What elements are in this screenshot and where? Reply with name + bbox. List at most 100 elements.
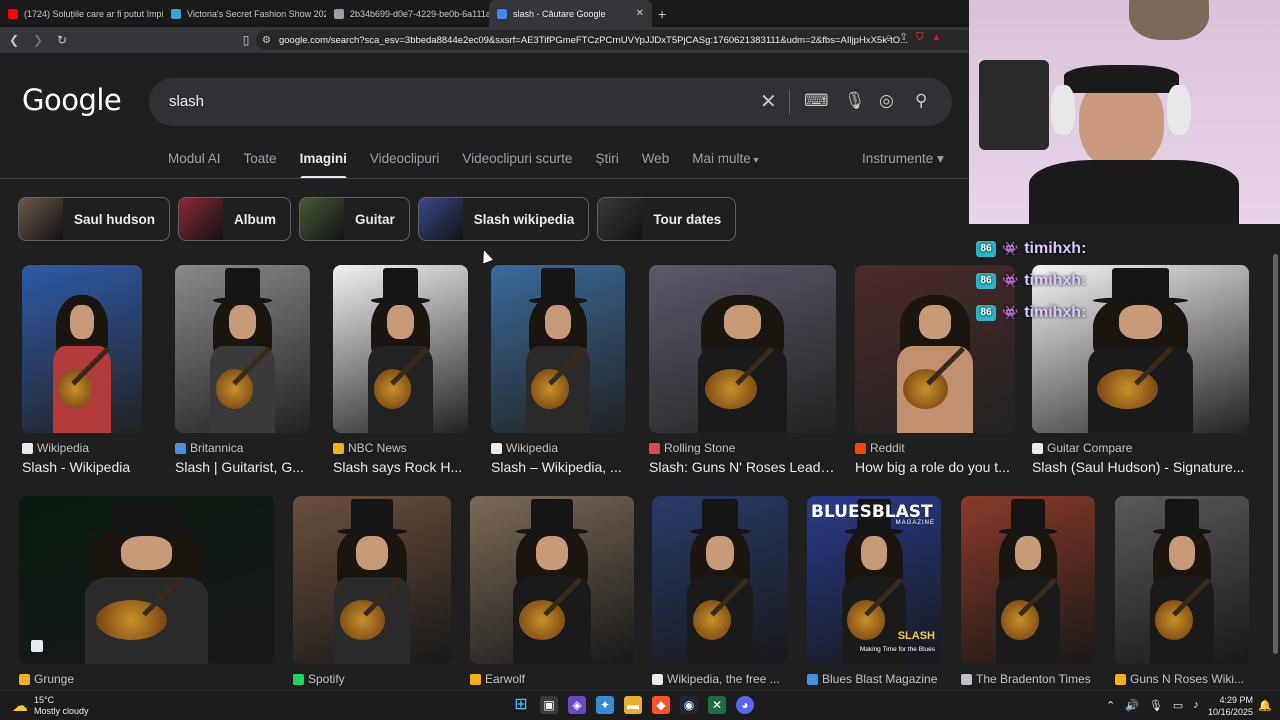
discord-icon[interactable]: ◕ [736, 696, 754, 714]
tab-toate[interactable]: Toate [244, 151, 277, 181]
page-scrollbar[interactable] [1271, 224, 1280, 690]
copilot-icon[interactable]: ✦ [596, 696, 614, 714]
image-result-card[interactable]: Grunge [19, 496, 274, 686]
brave-shield-icon[interactable]: ⛉ [916, 32, 924, 43]
result-image[interactable] [470, 496, 634, 664]
url-field[interactable]: ⚙ google.com/search?sca_esv=3bbeda8844e2… [256, 30, 976, 50]
tab-web[interactable]: Web [642, 151, 670, 181]
weather-widget[interactable]: ☁ 15°C Mostly cloudy [12, 695, 89, 717]
tab-videoclipuri-scurte[interactable]: Videoclipuri scurte [462, 151, 572, 181]
search-icon[interactable]: ⚲ [915, 91, 927, 111]
google-logo[interactable]: Google [22, 83, 122, 117]
result-image[interactable] [293, 496, 451, 664]
related-search-chip[interactable]: Slash wikipedia [417, 197, 590, 241]
result-source: Britannica [175, 441, 310, 455]
result-image[interactable] [22, 265, 142, 433]
microphone-icon[interactable]: 🎙 [1149, 699, 1163, 712]
tools-button[interactable]: Instrumente ▾ [862, 151, 944, 167]
brave-browser-icon[interactable]: ◆ [652, 696, 670, 714]
close-icon[interactable]: ✕ [636, 8, 644, 19]
site-settings-icon[interactable]: ⚙ [262, 35, 271, 46]
task-view-icon[interactable]: ▣ [540, 696, 558, 714]
related-search-chip[interactable]: Tour dates [597, 197, 737, 241]
result-title[interactable]: Slash: Guns N' Roses Lead ... [649, 459, 836, 475]
related-search-chip[interactable]: Saul hudson [18, 197, 170, 241]
chat-user-icon: 👾 [1002, 241, 1019, 256]
result-title[interactable]: How big a role do you t... [855, 459, 1015, 475]
image-result-card[interactable]: Earwolf [470, 496, 634, 686]
network-icon[interactable]: ▭ [1173, 699, 1183, 712]
file-explorer-icon[interactable]: ▬ [624, 696, 642, 714]
source-favicon-icon [807, 673, 818, 685]
image-result-card[interactable]: Spotify [293, 496, 451, 686]
image-result-card[interactable]: Rolling Stone Slash: Guns N' Roses Lead .… [649, 265, 836, 475]
image-result-card[interactable]: NBC News Slash says Rock H... [333, 265, 468, 475]
tab-favicon-icon [334, 8, 344, 19]
result-image[interactable] [1115, 496, 1249, 664]
related-search-chip[interactable]: Guitar [299, 197, 410, 241]
browser-tab[interactable]: (1724) Soluțiile care ar fi putut împied… [0, 0, 163, 27]
tab-știri[interactable]: Știri [595, 151, 618, 181]
browser-tab[interactable]: slash - Căutare Google ✕ [489, 0, 652, 27]
search-box[interactable]: slash ✕ ⌨ 🎙 ◎ ⚲ [149, 78, 952, 126]
related-search-chip[interactable]: Album [178, 197, 291, 241]
chip-label: Guitar [355, 211, 395, 227]
result-image[interactable]: BLUESBLAST MAGAZINE SLASH Making Time for t… [807, 496, 941, 664]
search-input[interactable]: slash [169, 93, 204, 110]
back-icon[interactable]: ❮ [4, 33, 24, 47]
result-image[interactable] [652, 496, 788, 664]
result-image[interactable] [491, 265, 625, 433]
image-result-card[interactable]: Wikipedia Slash - Wikipedia [22, 265, 142, 475]
notification-icon[interactable]: 🔔 [1258, 699, 1272, 712]
source-name: Guitar Compare [1047, 441, 1133, 455]
result-image[interactable] [649, 265, 836, 433]
tab-imagini[interactable]: Imagini [299, 151, 348, 181]
tab-modul-ai[interactable]: Modul AI [168, 151, 221, 181]
result-title[interactable]: Slash | Guitarist, G... [175, 459, 310, 475]
taskbar-apps: ⊞ ▣ ◈ ✦ ▬ ◆ ◉ ✕ ◕ [512, 696, 754, 714]
browser-tab[interactable]: 2b34b699-d0e7-4229-be0b-6a111ac✕ [326, 0, 489, 27]
image-result-card[interactable]: BLUESBLAST MAGAZINE SLASH Making Time for t… [807, 496, 941, 686]
result-image[interactable] [19, 496, 274, 664]
system-clock[interactable]: 4:29 PM 10/16/2025 [1205, 694, 1253, 718]
result-title[interactable]: Slash says Rock H... [333, 459, 468, 475]
microphone-icon[interactable]: 🎙 [844, 91, 866, 111]
result-title[interactable]: Slash (Saul Hudson) - Signature... [1032, 459, 1249, 475]
rewards-icon[interactable]: ▲ [932, 32, 942, 43]
clock-date: 10/16/2025 [1207, 707, 1253, 717]
image-result-card[interactable]: Wikipedia Slash – Wikipedia, ... [491, 265, 625, 475]
scrollbar-thumb[interactable] [1273, 254, 1278, 654]
reload-icon[interactable]: ↻ [52, 33, 72, 47]
clear-icon[interactable]: ✕ [760, 89, 777, 114]
result-image[interactable] [961, 496, 1095, 664]
forward-icon[interactable]: ❯ [28, 33, 48, 47]
lens-icon[interactable]: ◎ [879, 91, 894, 111]
cloud-icon: ☁ [12, 698, 28, 715]
face-shape [706, 536, 734, 570]
chevron-up-icon[interactable]: ⌃ [1106, 699, 1115, 712]
image-result-card[interactable]: Britannica Slash | Guitarist, G... [175, 265, 310, 475]
windows-start-icon[interactable]: ⊞ [512, 696, 530, 714]
steam-icon[interactable]: ◉ [680, 696, 698, 714]
volume-icon[interactable]: ♪ [1193, 699, 1199, 712]
image-result-card[interactable]: Guns N Roses Wiki... [1115, 496, 1249, 686]
bookmark-icon[interactable]: ▯ [236, 33, 256, 47]
image-result-card[interactable]: The Bradenton Times [961, 496, 1095, 686]
keyboard-icon[interactable]: ⌨ [804, 91, 829, 111]
widgets-icon[interactable]: ◈ [568, 696, 586, 714]
speaker-icon[interactable]: 🔊 [1125, 699, 1139, 712]
result-title[interactable]: Slash – Wikipedia, ... [491, 459, 625, 475]
excel-icon[interactable]: ✕ [708, 696, 726, 714]
share-icon[interactable]: ⇪ [900, 32, 908, 43]
new-tab-button[interactable]: + [658, 6, 666, 22]
image-result-card[interactable]: Wikipedia, the free ... [652, 496, 788, 686]
tab-mai-multe[interactable]: Mai multe ▾ [692, 151, 758, 181]
result-image[interactable] [175, 265, 310, 433]
hat-brim-shape [844, 527, 904, 535]
lamp [1129, 0, 1209, 40]
result-title[interactable]: Slash - Wikipedia [22, 459, 142, 475]
tab-videoclipuri[interactable]: Videoclipuri [370, 151, 440, 181]
zoom-icon[interactable]: ⌕ [886, 32, 892, 43]
browser-tab[interactable]: Victoria's Secret Fashion Show 2025✕ [163, 0, 326, 27]
result-image[interactable] [333, 265, 468, 433]
